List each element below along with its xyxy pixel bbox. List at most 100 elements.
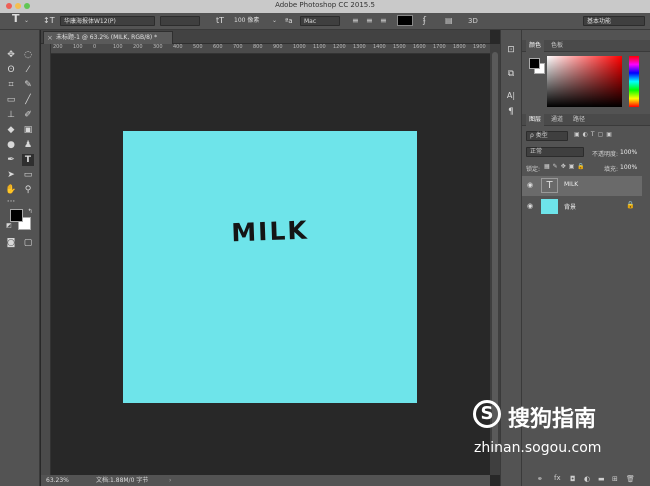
- dodge-tool-icon[interactable]: ♟: [22, 139, 34, 151]
- visibility-eye-icon[interactable]: ◉: [527, 181, 533, 189]
- antialias-select[interactable]: Mac: [300, 16, 340, 26]
- font-size-select[interactable]: 100 像素: [234, 16, 259, 26]
- ruler-tick-label: 1000: [293, 44, 306, 50]
- color-panel-tabs: 颜色 色板: [522, 40, 650, 52]
- brush-tool-icon[interactable]: ╱: [22, 94, 34, 106]
- eraser-icon[interactable]: ◆: [5, 124, 17, 136]
- adjustment-layer-icon[interactable]: ◐: [584, 475, 590, 483]
- sogou-logo-icon: S: [473, 400, 501, 428]
- layer-style-icon[interactable]: fx: [554, 474, 561, 482]
- properties-panel-icon[interactable]: ⧉: [505, 68, 517, 80]
- layer-name[interactable]: MILK: [564, 181, 578, 188]
- workspace-select[interactable]: 基本功能: [583, 16, 645, 26]
- opacity-value[interactable]: 100%: [620, 149, 637, 156]
- screen-mode-icon[interactable]: ▢: [22, 237, 34, 249]
- status-menu-arrow-icon[interactable]: ›: [169, 475, 171, 486]
- character-panel-icon[interactable]: A|: [505, 90, 517, 102]
- text-color-swatch[interactable]: [397, 15, 413, 26]
- marquee-tool-icon[interactable]: ◌: [22, 49, 34, 61]
- layer-filter-icons[interactable]: ▣◐T▢▣: [574, 131, 615, 138]
- scrollbar-thumb[interactable]: [492, 52, 498, 452]
- tab-layers[interactable]: 图层: [526, 114, 545, 126]
- ruler-tick-label: 1900: [473, 44, 486, 50]
- path-selection-icon[interactable]: ➤: [5, 169, 17, 181]
- align-right-icon[interactable]: ≡: [380, 16, 387, 26]
- color-picker-field[interactable]: [547, 56, 622, 107]
- text-orientation-icon[interactable]: ↕T: [43, 16, 55, 26]
- chevron-down-icon[interactable]: ⌄: [272, 16, 277, 26]
- quick-mask-icon[interactable]: ◙: [5, 237, 17, 249]
- vertical-ruler[interactable]: [41, 44, 51, 475]
- tab-swatches[interactable]: 色板: [548, 40, 566, 52]
- move-tool-icon[interactable]: ✥: [5, 49, 17, 61]
- 3d-icon[interactable]: 3D: [468, 16, 478, 26]
- crop-tool-icon[interactable]: ⌗: [5, 79, 17, 91]
- hue-slider[interactable]: [629, 56, 639, 107]
- pen-tool-icon[interactable]: ✒: [5, 154, 17, 166]
- layer-mask-icon[interactable]: ◘: [570, 475, 576, 483]
- tab-color[interactable]: 颜色: [526, 40, 545, 52]
- foreground-color-swatch[interactable]: [10, 209, 23, 222]
- horizontal-ruler[interactable]: 200 100 0 100 200 300 400 500 600 700 800 900 1000 11…: [51, 44, 491, 54]
- canvas-text-milk[interactable]: MILK: [123, 212, 418, 251]
- tab-paths[interactable]: 路径: [570, 114, 588, 126]
- close-tab-icon[interactable]: ×: [47, 32, 53, 44]
- ruler-tick-label: 100: [113, 44, 123, 50]
- link-layers-icon[interactable]: ⚭: [537, 475, 543, 483]
- fill-value[interactable]: 100%: [620, 164, 637, 171]
- type-tool-preset-icon[interactable]: T: [12, 13, 20, 24]
- layer-row-background[interactable]: ◉ 背景 🔒: [522, 197, 642, 217]
- visibility-eye-icon[interactable]: ◉: [527, 202, 533, 210]
- zoom-tool-icon[interactable]: ⚲: [22, 184, 34, 196]
- align-left-icon[interactable]: ≡: [352, 16, 359, 26]
- app-title: Adobe Photoshop CC 2015.5: [275, 1, 375, 9]
- watermark-brand: 搜狗指南: [508, 407, 597, 432]
- character-panel-icon[interactable]: ▤: [445, 16, 453, 26]
- new-layer-icon[interactable]: ⊞: [612, 475, 618, 483]
- watermark-url: zhinan.sogou.com: [474, 440, 602, 456]
- ruler-tick-label: 800: [253, 44, 263, 50]
- blur-tool-icon[interactable]: ●: [5, 139, 17, 151]
- ruler-tick-label: 0: [93, 44, 97, 50]
- document-tab[interactable]: × 未标题-1 @ 63.2% (MILK, RGB/8) *: [43, 31, 173, 44]
- document-canvas[interactable]: MILK: [123, 131, 417, 403]
- ruler-tick-label: 500: [193, 44, 203, 50]
- ruler-tick-label: 300: [153, 44, 163, 50]
- new-group-icon[interactable]: ▬: [598, 475, 605, 483]
- font-style-select[interactable]: [160, 16, 200, 26]
- paragraph-panel-icon[interactable]: ¶: [505, 106, 517, 118]
- layer-row-milk[interactable]: ◉ T MILK: [522, 176, 642, 196]
- swap-colors-icon[interactable]: ↰: [24, 206, 36, 218]
- lasso-tool-icon[interactable]: ʘ: [5, 64, 17, 76]
- lock-icons[interactable]: ▦✎✥▣🔒: [544, 163, 588, 170]
- delete-layer-icon[interactable]: 🗑: [626, 475, 635, 483]
- magic-wand-icon[interactable]: ⁄: [22, 64, 34, 76]
- type-tool-icon[interactable]: T: [22, 154, 34, 166]
- hand-tool-icon[interactable]: ✋: [5, 184, 17, 196]
- font-family-select[interactable]: 华康海报体W12(P): [60, 16, 155, 26]
- zoom-level[interactable]: 63.23%: [46, 475, 69, 486]
- blend-mode-select[interactable]: 正常: [526, 147, 584, 157]
- layers-bottom-bar: ⚭ fx ◘ ◐ ▬ ⊞ 🗑: [522, 473, 650, 486]
- clone-stamp-icon[interactable]: ⊥: [5, 109, 17, 121]
- healing-brush-icon[interactable]: ▭: [5, 94, 17, 106]
- ruler-tick-label: 1400: [373, 44, 386, 50]
- layer-name[interactable]: 背景: [564, 202, 576, 211]
- rectangle-tool-icon[interactable]: ▭: [22, 169, 34, 181]
- ruler-tick-label: 1300: [353, 44, 366, 50]
- layer-filter-select[interactable]: ρ 类型: [526, 131, 568, 141]
- history-panel-icon[interactable]: ⊡: [505, 44, 517, 56]
- color-panel-foreground-swatch[interactable]: [529, 58, 540, 69]
- ruler-tick-label: 200: [133, 44, 143, 50]
- align-center-icon[interactable]: ≡: [366, 16, 373, 26]
- document-info: 文档:1.88M/0 字节: [96, 477, 149, 484]
- warp-text-icon[interactable]: ʄ: [423, 16, 426, 26]
- opacity-label: 不透明度:: [592, 151, 619, 158]
- tab-channels[interactable]: 通道: [548, 114, 566, 126]
- gradient-icon[interactable]: ▣: [22, 124, 34, 136]
- eyedropper-icon[interactable]: ✎: [22, 79, 34, 91]
- title-bar: Adobe Photoshop CC 2015.5: [0, 0, 650, 13]
- history-brush-icon[interactable]: ✐: [22, 109, 34, 121]
- chevron-down-icon[interactable]: ⌄: [24, 16, 29, 26]
- more-tools-icon[interactable]: ···: [5, 196, 17, 208]
